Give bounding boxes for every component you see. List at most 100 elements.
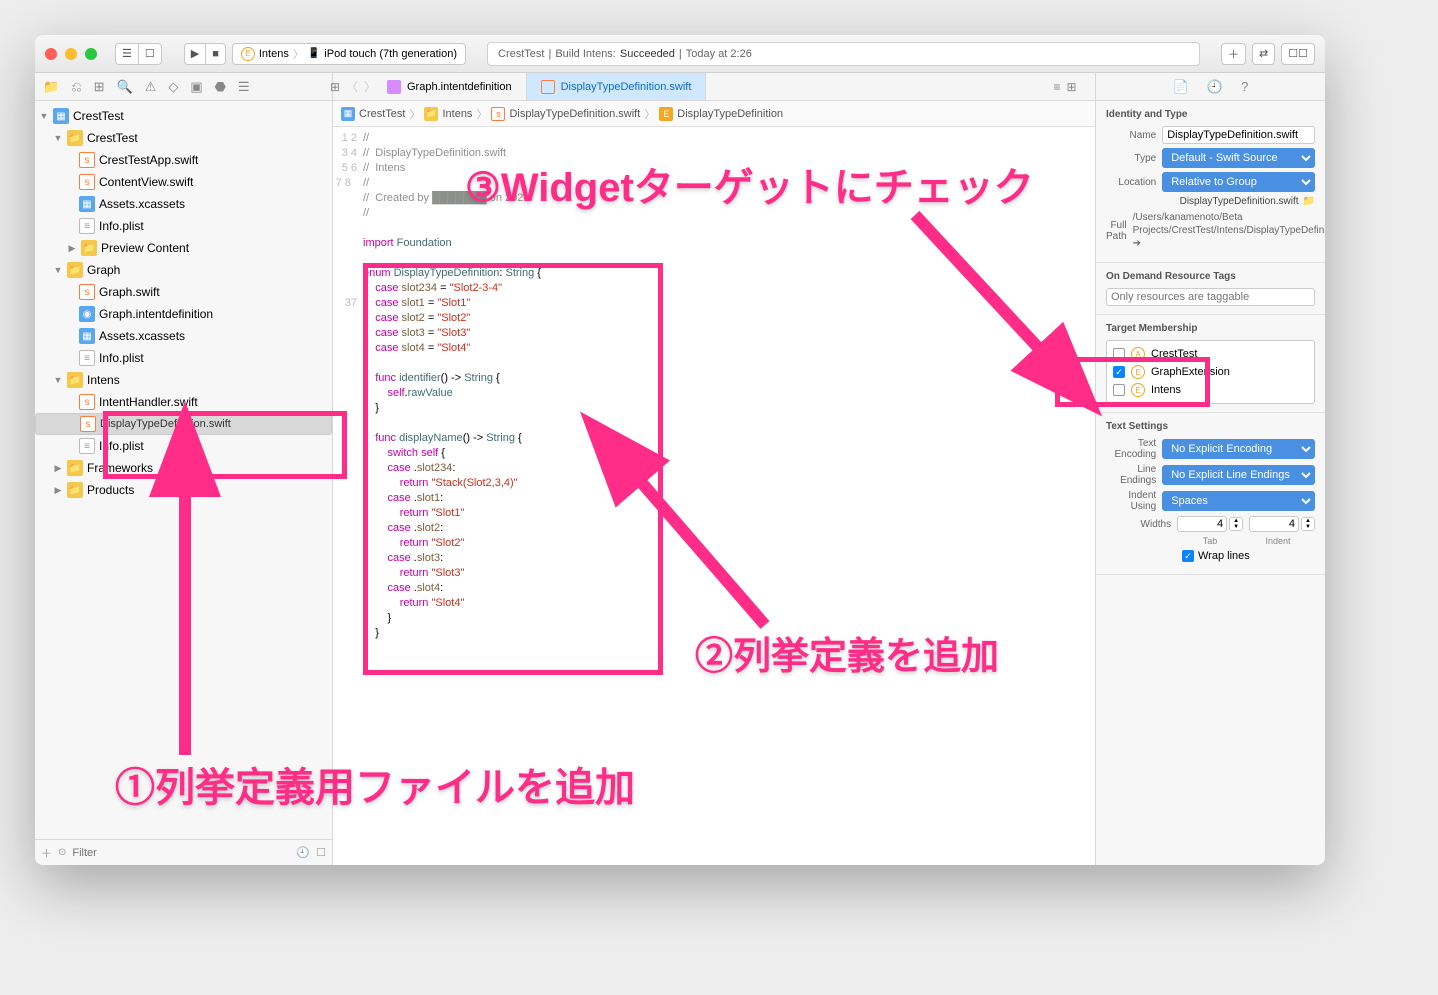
file-inspector-icon[interactable]: 📄 — [1173, 79, 1189, 95]
tree-root[interactable]: ▼▦CrestTest — [35, 105, 332, 127]
project-nav-icon[interactable]: 📁 — [43, 79, 59, 95]
target-row[interactable]: ✓EGraphExtension — [1111, 363, 1310, 381]
source-editor[interactable]: 1 2 3 4 5 6 7 8 37 // // DisplayTypeDefi… — [333, 127, 1095, 865]
minimize-button[interactable] — [65, 48, 77, 60]
checkbox-checked[interactable]: ✓ — [1113, 366, 1125, 378]
scm-filter-icon[interactable]: ☐ — [316, 846, 326, 859]
related-items-icon[interactable]: ⊞ — [330, 80, 340, 94]
plist-icon: ≡ — [79, 218, 95, 234]
stop-button[interactable]: ■ — [205, 43, 226, 65]
close-button[interactable] — [45, 48, 57, 60]
assistant-icon[interactable]: ⊞ — [1066, 80, 1076, 94]
indent-width-input[interactable] — [1249, 516, 1299, 532]
source-control-nav-icon[interactable]: ⎌ — [71, 79, 81, 95]
swift-icon: s — [79, 152, 95, 168]
back-icon[interactable]: 〈 — [346, 78, 358, 95]
wrap-checkbox[interactable]: ✓ — [1182, 550, 1194, 562]
folder-icon: 📁 — [424, 107, 438, 121]
issue-nav-icon[interactable]: ⚠ — [145, 79, 157, 95]
line-endings-select[interactable]: No Explicit Line Endings — [1162, 465, 1315, 485]
plist-icon: ≡ — [79, 350, 95, 366]
add-file-button[interactable]: ＋ — [41, 845, 52, 861]
code-review-button[interactable]: ⇄ — [1252, 43, 1275, 65]
tree-file[interactable]: sGraph.swift — [35, 281, 332, 303]
help-inspector-icon[interactable]: ? — [1241, 79, 1248, 94]
ext-target-icon: E — [1131, 383, 1145, 397]
tree-group-products[interactable]: ▶📁Products — [35, 479, 332, 501]
swift-icon: s — [79, 394, 95, 410]
filter-input[interactable] — [72, 847, 290, 859]
target-row[interactable]: ACrestTest — [1111, 345, 1310, 363]
tree-file-selected[interactable]: sDisplayTypeDefinition.swift — [35, 413, 332, 435]
activity-status: CrestTest | Build Intens: Succeeded | To… — [487, 42, 1200, 66]
file-inspector: Identity and Type Name TypeDefault - Swi… — [1095, 101, 1325, 865]
folder-icon: 📁 — [67, 460, 83, 476]
text-settings-heading: Text Settings — [1106, 421, 1315, 432]
debug-nav-icon[interactable]: ▣ — [190, 79, 202, 95]
target-row[interactable]: EIntens — [1111, 381, 1310, 399]
panels-button[interactable]: ☐☐ — [1281, 43, 1315, 65]
tree-file[interactable]: ▦Assets.xcassets — [35, 193, 332, 215]
intent-file-icon — [387, 80, 401, 94]
code-content[interactable]: // // DisplayTypeDefinition.swift // Int… — [363, 127, 1095, 865]
test-nav-icon[interactable]: ◇ — [168, 79, 178, 95]
tree-group-graph[interactable]: ▼📁Graph — [35, 259, 332, 281]
tree-group-cresttest[interactable]: ▼📁CrestTest — [35, 127, 332, 149]
indent-select[interactable]: Spaces — [1162, 491, 1315, 511]
zoom-button[interactable] — [85, 48, 97, 60]
choose-path-icon[interactable]: 📁 — [1303, 196, 1315, 207]
run-button[interactable]: ▶ — [184, 43, 206, 65]
toggle-nav-button[interactable]: ☰ — [115, 43, 139, 65]
project-icon: ▦ — [341, 107, 355, 121]
scheme-selector[interactable]: E Intens 〉 📱 iPod touch (7th generation) — [232, 43, 466, 65]
swift-file-icon — [541, 80, 555, 94]
editor-tab-displaytype[interactable]: DisplayTypeDefinition.swift — [527, 73, 707, 100]
swift-icon: s — [491, 107, 505, 121]
checkbox[interactable] — [1113, 384, 1125, 396]
ext-target-icon: E — [1131, 365, 1145, 379]
tree-file[interactable]: sCrestTestApp.swift — [35, 149, 332, 171]
name-input[interactable] — [1162, 126, 1315, 144]
folder-icon: 📁 — [67, 372, 83, 388]
scheme-name: Intens — [259, 48, 289, 60]
report-nav-icon[interactable]: ☰ — [238, 79, 250, 95]
toggle-debug-button[interactable]: ☐ — [138, 43, 162, 65]
location-select[interactable]: Relative to Group — [1162, 172, 1315, 192]
tree-file[interactable]: ≡Info.plist — [35, 347, 332, 369]
checkbox[interactable] — [1113, 348, 1125, 360]
type-select[interactable]: Default - Swift Source — [1162, 148, 1315, 168]
jump-bar[interactable]: ▦CrestTest〉 📁Intens〉 sDisplayTypeDefinit… — [333, 101, 1095, 127]
folder-icon: 📁 — [67, 262, 83, 278]
tree-group-frameworks[interactable]: ▶📁Frameworks — [35, 457, 332, 479]
recent-filter-icon[interactable]: 🕘 — [296, 846, 310, 859]
tree-file[interactable]: sContentView.swift — [35, 171, 332, 193]
odr-heading: On Demand Resource Tags — [1106, 271, 1315, 282]
symbol-nav-icon[interactable]: ⊞ — [94, 79, 105, 95]
history-inspector-icon[interactable]: 🕘 — [1207, 79, 1223, 95]
tree-group-intens[interactable]: ▼📁Intens — [35, 369, 332, 391]
reveal-icon[interactable]: ➔ — [1133, 238, 1141, 249]
swift-icon: s — [79, 174, 95, 190]
identity-heading: Identity and Type — [1106, 109, 1315, 120]
odr-input — [1106, 288, 1315, 306]
xcodeproj-icon: ▦ — [53, 108, 69, 124]
tree-file[interactable]: ≡Info.plist — [35, 435, 332, 457]
intent-icon: ◉ — [79, 306, 95, 322]
editor-options-icon[interactable]: ≡ — [1053, 80, 1060, 94]
tree-file[interactable]: ≡Info.plist — [35, 215, 332, 237]
encoding-select[interactable]: No Explicit Encoding — [1162, 439, 1315, 459]
asset-icon: ▦ — [79, 196, 95, 212]
tree-file[interactable]: ▦Assets.xcassets — [35, 325, 332, 347]
folder-icon: 📁 — [67, 130, 83, 146]
editor-tab-graph[interactable]: Graph.intentdefinition — [373, 73, 527, 100]
tree-file[interactable]: sIntentHandler.swift — [35, 391, 332, 413]
tree-file[interactable]: ◉Graph.intentdefinition — [35, 303, 332, 325]
breakpoint-nav-icon[interactable]: ⬣ — [215, 79, 226, 95]
device-icon: 📱 — [308, 48, 320, 59]
add-button[interactable]: ＋ — [1221, 43, 1246, 65]
find-nav-icon[interactable]: 🔍 — [117, 79, 133, 95]
project-navigator[interactable]: ▼▦CrestTest ▼📁CrestTest sCrestTestApp.sw… — [35, 101, 332, 839]
target-membership-list: ACrestTest ✓EGraphExtension EIntens — [1106, 340, 1315, 404]
tab-width-input[interactable] — [1177, 516, 1227, 532]
tree-group-preview[interactable]: ▶📁Preview Content — [35, 237, 332, 259]
